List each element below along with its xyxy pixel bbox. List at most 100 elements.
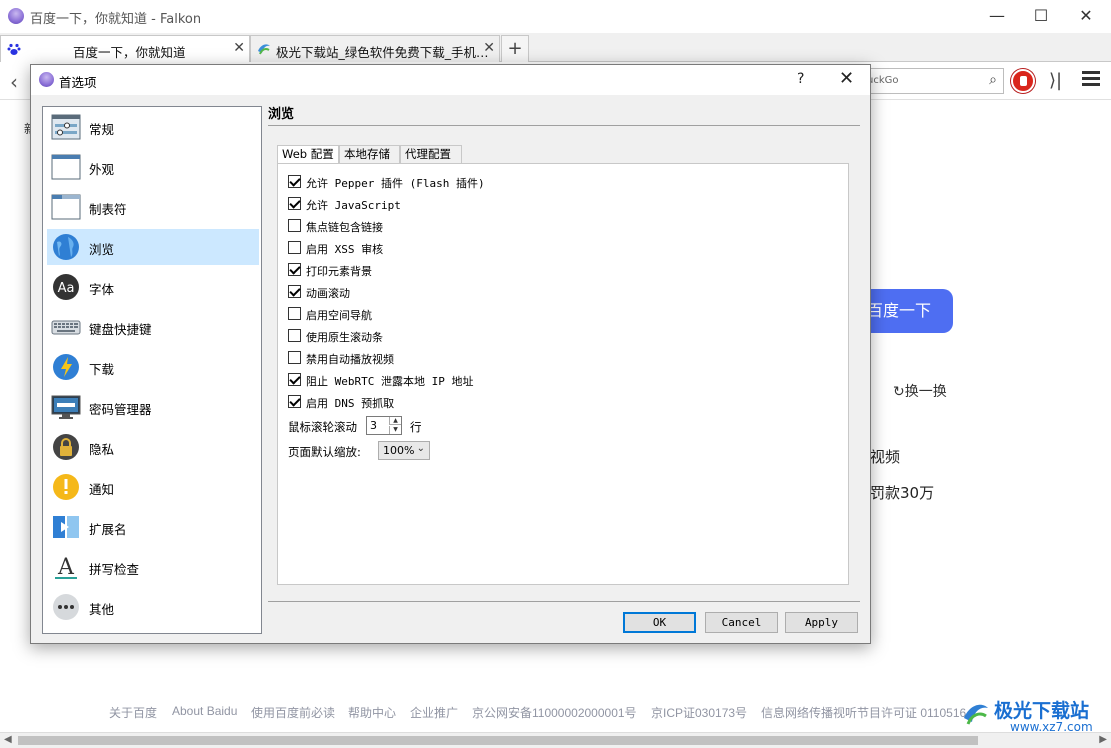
checkbox-checked[interactable]	[288, 263, 301, 276]
spellcheck-icon: A	[55, 555, 77, 580]
extensions-icon	[53, 516, 79, 538]
category-label: 密码管理器	[89, 402, 152, 417]
option-label: 启用空间导航	[306, 309, 372, 322]
preferences-dialog: 首选项 ? ✕ 常规 外观 制表符 浏览 Aa 字体 键盘快捷键 下载 密码管理…	[30, 64, 871, 644]
option-label: 阻止 WebRTC 泄露本地 IP 地址	[306, 375, 474, 388]
fonts-icon: Aa	[53, 274, 79, 300]
option-label: 禁用自动播放视频	[306, 353, 394, 366]
footer-link[interactable]: 企业推广	[410, 704, 458, 721]
category-label: 常规	[89, 122, 115, 137]
category-appearance[interactable]: 外观	[47, 149, 259, 185]
footer-link[interactable]: 信息网络传播视听节目许可证 0110516	[761, 704, 966, 721]
section-divider	[268, 125, 860, 126]
checkbox-unchecked[interactable]	[288, 219, 301, 232]
maximize-button[interactable]: ☐	[1026, 4, 1056, 28]
hamburger-menu-icon[interactable]	[1082, 71, 1100, 87]
search-placeholder: uckGo	[867, 75, 899, 86]
new-tab-button[interactable]: +	[501, 35, 529, 62]
checkbox-checked[interactable]	[288, 197, 301, 210]
checkbox-unchecked[interactable]	[288, 241, 301, 254]
minimize-button[interactable]: —	[982, 4, 1012, 28]
horizontal-scrollbar[interactable]: ◀ ▶	[0, 732, 1111, 748]
tab-local-storage[interactable]: 本地存储	[339, 145, 400, 164]
refresh-hotlist-link[interactable]: ↻换一换	[893, 381, 947, 401]
option-label: 允许 JavaScript	[306, 199, 401, 212]
tab-proxy-config[interactable]: 代理配置	[400, 145, 462, 164]
cancel-button[interactable]: Cancel	[705, 612, 778, 633]
section-title: 浏览	[268, 107, 295, 122]
checkbox-checked[interactable]	[288, 285, 301, 298]
adblock-icon[interactable]	[1011, 69, 1035, 93]
footer-link[interactable]: 帮助中心	[348, 704, 396, 721]
category-browsing[interactable]: 浏览	[47, 229, 259, 265]
category-label: 制表符	[89, 202, 127, 217]
category-label: 扩展名	[89, 522, 127, 537]
category-label: 键盘快捷键	[89, 322, 152, 337]
scrollbar-thumb[interactable]	[18, 736, 978, 745]
chevron-down-icon: ⌄	[416, 443, 425, 454]
checkbox-unchecked[interactable]	[288, 329, 301, 342]
baidu-paw-icon	[7, 43, 21, 55]
category-label: 拼写检查	[89, 562, 140, 577]
checkbox-checked[interactable]	[288, 395, 301, 408]
hotlist-item[interactable]: 视频	[870, 446, 900, 467]
password-manager-icon	[51, 395, 81, 419]
button-divider	[268, 601, 860, 602]
falkon-app-icon	[8, 8, 24, 24]
checkbox-checked[interactable]	[288, 175, 301, 188]
ok-button[interactable]: OK	[623, 612, 696, 633]
window-close-button[interactable]: ✕	[1071, 4, 1101, 28]
back-icon[interactable]: ‹	[10, 70, 18, 94]
footer-link[interactable]: 京ICP证030173号	[651, 704, 747, 721]
footer-link[interactable]: 京公网安备11000002000001号	[472, 704, 637, 721]
help-button[interactable]: ?	[797, 71, 804, 87]
scroll-right-icon[interactable]: ▶	[1099, 734, 1107, 745]
category-spellcheck[interactable]: A 拼写检查	[47, 549, 259, 585]
wheel-scroll-spinbox[interactable]: 3 ▲ ▼	[366, 416, 402, 435]
tab-close-icon[interactable]: ✕	[483, 40, 495, 56]
tab-web-config[interactable]: Web 配置	[277, 145, 339, 165]
category-privacy[interactable]: 隐私	[47, 429, 259, 465]
footer-link[interactable]: About Baidu	[172, 704, 237, 718]
default-zoom-label: 页面默认缩放:	[288, 445, 361, 459]
scroll-left-icon[interactable]: ◀	[4, 734, 12, 745]
notifications-icon	[53, 474, 79, 500]
category-general[interactable]: 常规	[47, 109, 259, 145]
web-config-pane: 允许 Pepper 插件 (Flash 插件) 允许 JavaScript 焦点…	[277, 163, 849, 585]
apply-button[interactable]: Apply	[785, 612, 858, 633]
default-zoom-select[interactable]: 100% ⌄	[378, 441, 430, 460]
web-search-input[interactable]: uckGo ⌕	[860, 68, 1004, 94]
spin-up-icon[interactable]: ▲	[389, 417, 401, 425]
option-label: 使用原生滚动条	[306, 331, 383, 344]
checkbox-unchecked[interactable]	[288, 351, 301, 364]
tab-baidu[interactable]: 百度一下，你就知道 ✕	[0, 35, 250, 62]
dialog-close-button[interactable]: ✕	[839, 68, 854, 89]
category-tabs[interactable]: 制表符	[47, 189, 259, 225]
category-extensions[interactable]: 扩展名	[47, 509, 259, 545]
keyboard-icon	[51, 320, 81, 335]
sidebar-toggle-icon[interactable]: ⟩|	[1049, 70, 1062, 91]
tab-xz7[interactable]: 极光下载站_绿色软件免费下载_手机… ✕	[250, 35, 500, 62]
checkbox-unchecked[interactable]	[288, 307, 301, 320]
category-password-manager[interactable]: 密码管理器	[47, 389, 259, 425]
other-icon	[53, 594, 79, 620]
footer-link[interactable]: 使用百度前必读	[251, 704, 335, 721]
search-icon[interactable]: ⌕	[989, 72, 997, 88]
browsing-icon	[53, 234, 79, 260]
hotlist-item[interactable]: 罚款30万	[870, 482, 934, 503]
browser-titlebar: 百度一下，你就知道 - Falkon — ☐ ✕	[0, 0, 1111, 32]
spin-down-icon[interactable]: ▼	[389, 426, 401, 434]
option-label: 焦点链包含链接	[306, 221, 383, 234]
category-downloads[interactable]: 下载	[47, 349, 259, 385]
category-fonts[interactable]: Aa 字体	[47, 269, 259, 305]
category-keyboard-shortcuts[interactable]: 键盘快捷键	[47, 309, 259, 345]
tab-close-icon[interactable]: ✕	[233, 40, 245, 56]
dialog-title: 首选项	[59, 75, 97, 90]
category-notifications[interactable]: 通知	[47, 469, 259, 505]
privacy-icon	[53, 434, 79, 460]
svg-text:Aa: Aa	[58, 281, 75, 296]
footer-link[interactable]: 关于百度	[109, 704, 157, 721]
checkbox-checked[interactable]	[288, 373, 301, 386]
option-label: 启用 XSS 审核	[306, 243, 384, 256]
category-other[interactable]: 其他	[47, 589, 259, 625]
